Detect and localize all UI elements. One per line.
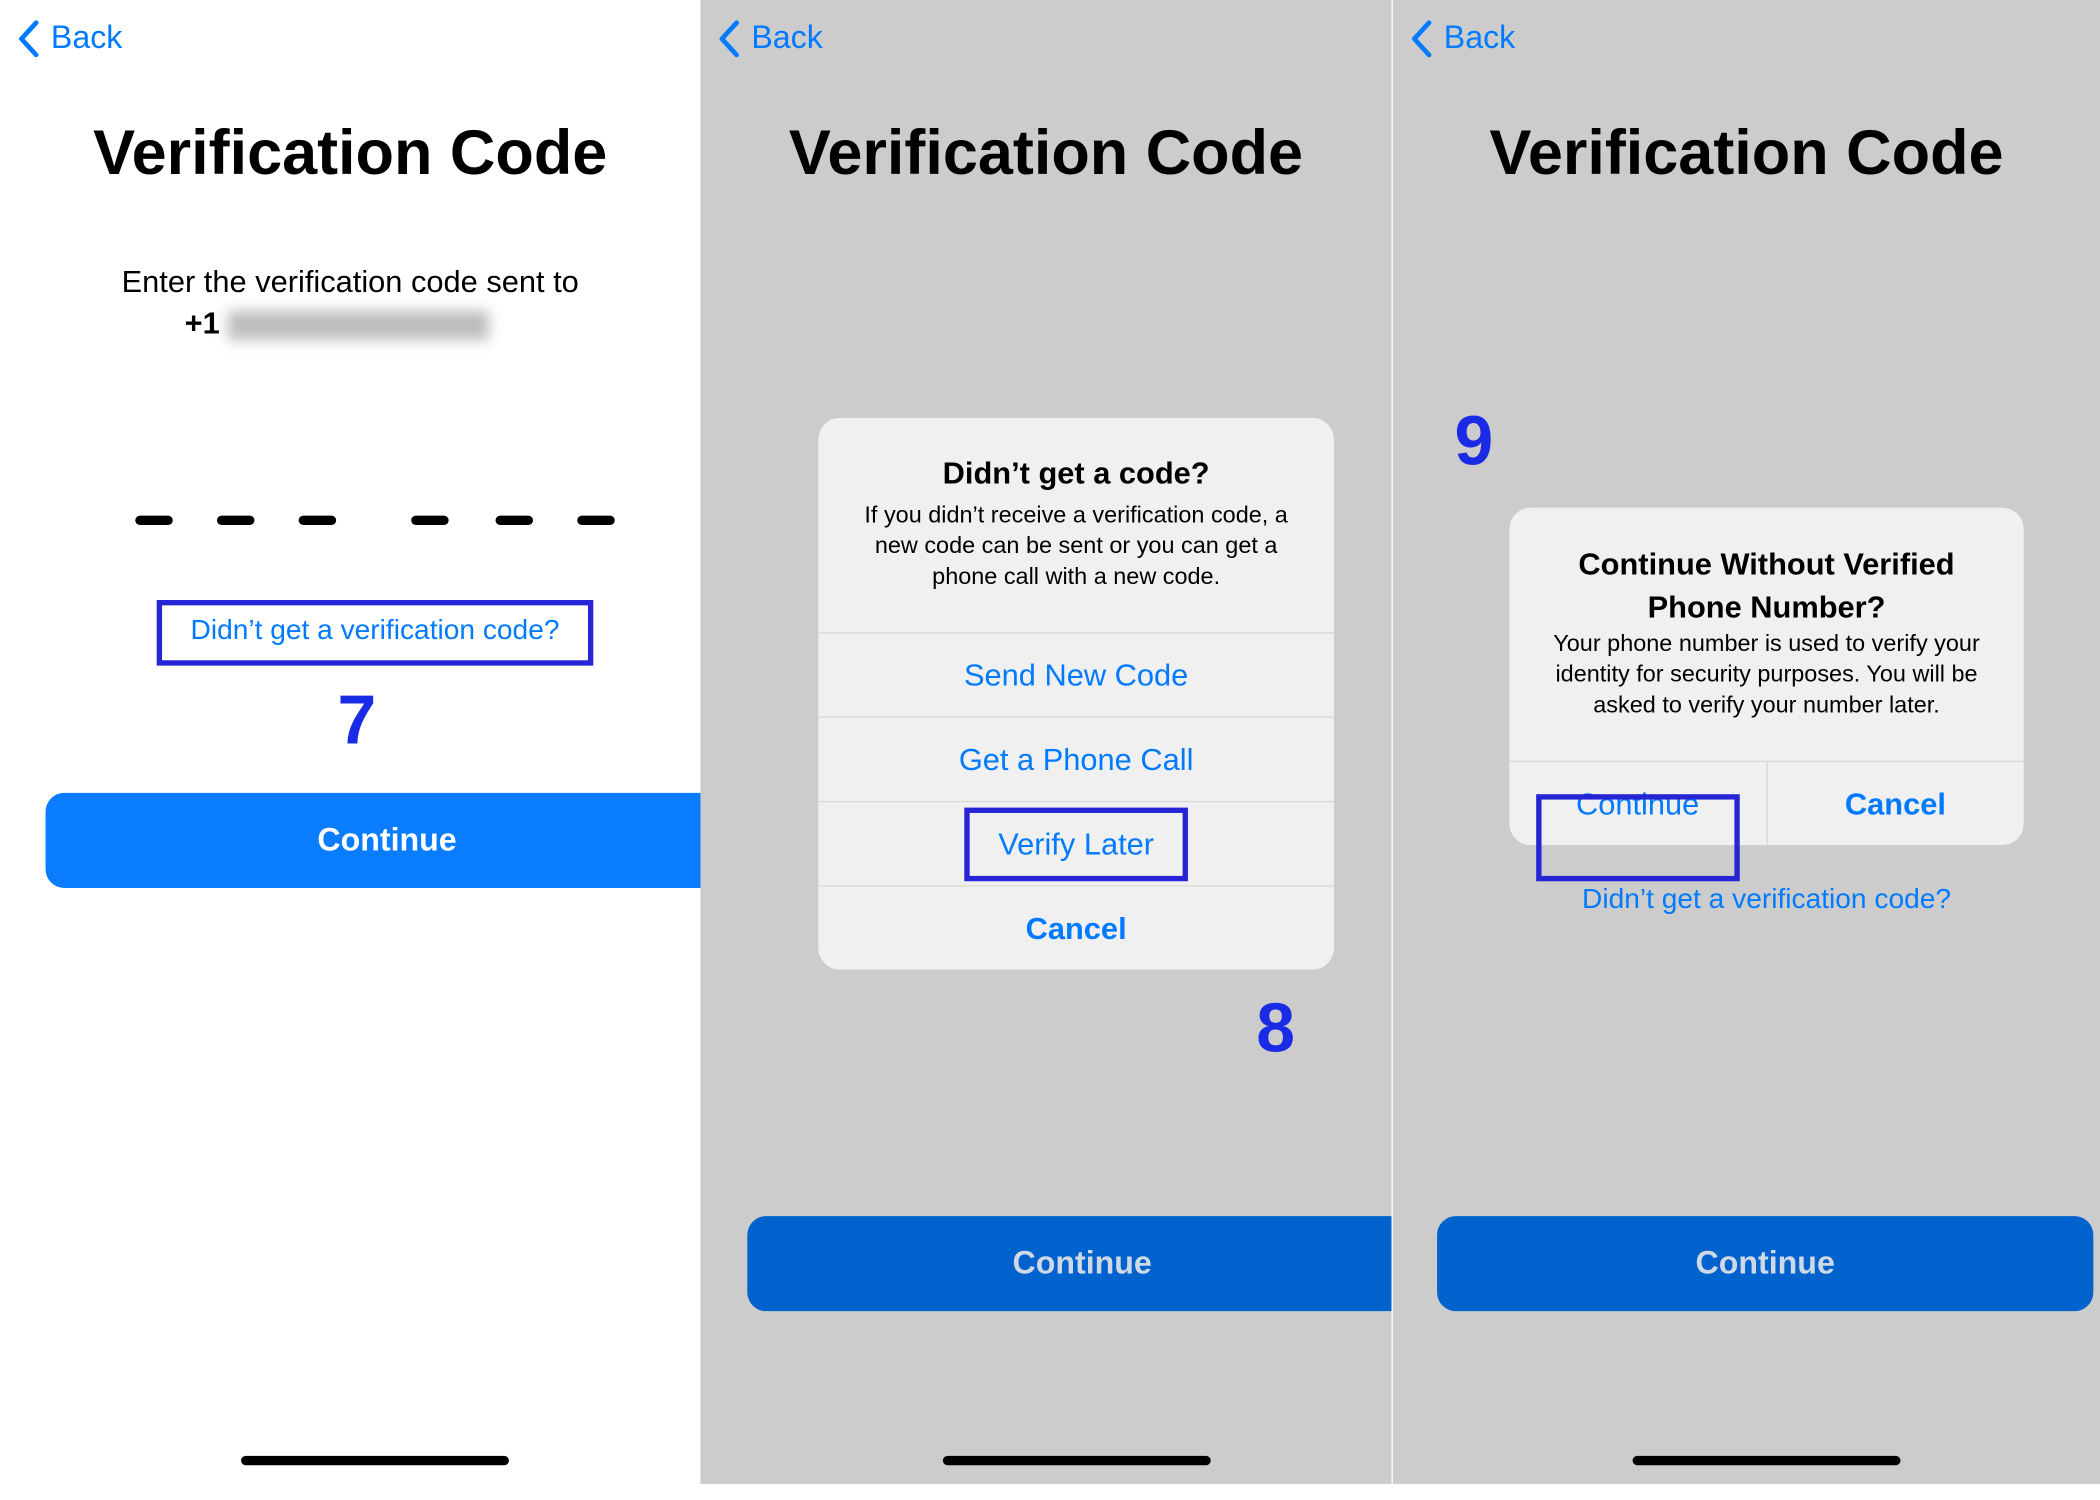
home-indicator: [241, 1455, 509, 1466]
code-slot[interactable]: [216, 515, 255, 526]
send-new-code-button[interactable]: Send New Code: [818, 632, 1334, 716]
page-title: Verification Code: [93, 116, 608, 188]
home-indicator: [942, 1455, 1211, 1466]
alert-message: If you didn’t receive a verification cod…: [864, 500, 1288, 590]
continue-button[interactable]: Continue: [1437, 1216, 2094, 1312]
continue-button[interactable]: Continue: [45, 792, 701, 888]
step-number: 9: [1454, 403, 1494, 481]
cancel-button[interactable]: Cancel: [818, 885, 1334, 969]
page-title: Verification Code: [788, 116, 1304, 188]
alert-cancel-button[interactable]: Cancel: [1767, 760, 2024, 845]
code-slot[interactable]: [495, 515, 534, 526]
chevron-left-icon: [1411, 20, 1432, 58]
home-indicator: [1632, 1455, 1901, 1466]
code-slot[interactable]: [411, 515, 449, 526]
phone-number-blurred: [227, 310, 489, 341]
back-label: Back: [1443, 20, 1516, 57]
didnt-get-code-alert: Didn’t get a code? If you didn’t receive…: [818, 417, 1334, 970]
chevron-left-icon: [719, 20, 739, 58]
back-button[interactable]: Back: [717, 19, 823, 59]
page-title: Verification Code: [1489, 116, 2004, 188]
back-button[interactable]: Back: [1409, 19, 1515, 59]
highlight-box: [1536, 794, 1740, 882]
get-phone-call-button[interactable]: Get a Phone Call: [818, 716, 1334, 801]
code-slot[interactable]: [577, 515, 615, 526]
instruction-text: Enter the verification code sent to +1: [0, 261, 700, 344]
screen-enter-code: Back Verification Code Enter the verific…: [0, 0, 701, 1484]
step-number: 8: [1256, 989, 1295, 1068]
code-slot[interactable]: [298, 515, 337, 526]
back-label: Back: [751, 20, 823, 57]
step-number: 7: [337, 681, 377, 760]
phone-prefix: +1: [184, 305, 220, 341]
resend-code-link[interactable]: Didn’t get a verification code?: [1509, 884, 2023, 916]
instruction-label: Enter the verification code sent to: [121, 263, 579, 299]
chevron-left-icon: [19, 20, 39, 58]
back-label: Back: [50, 20, 123, 57]
continue-button[interactable]: Continue: [747, 1216, 1392, 1312]
highlight-box: [964, 807, 1188, 882]
screen-didnt-get-code: Back Verification Code Didn’t get a code…: [700, 0, 1392, 1484]
alert-title: Continue Without Verified Phone Number?: [1578, 546, 1955, 625]
back-button[interactable]: Back: [16, 19, 122, 59]
alert-message: Your phone number is used to verify your…: [1553, 629, 1980, 718]
highlight-box: [156, 600, 594, 666]
code-slot[interactable]: [135, 515, 173, 526]
screen-continue-without-verify: Back Verification Code 9 Continue Withou…: [1392, 0, 2100, 1484]
alert-title: Didn’t get a code?: [942, 455, 1210, 491]
